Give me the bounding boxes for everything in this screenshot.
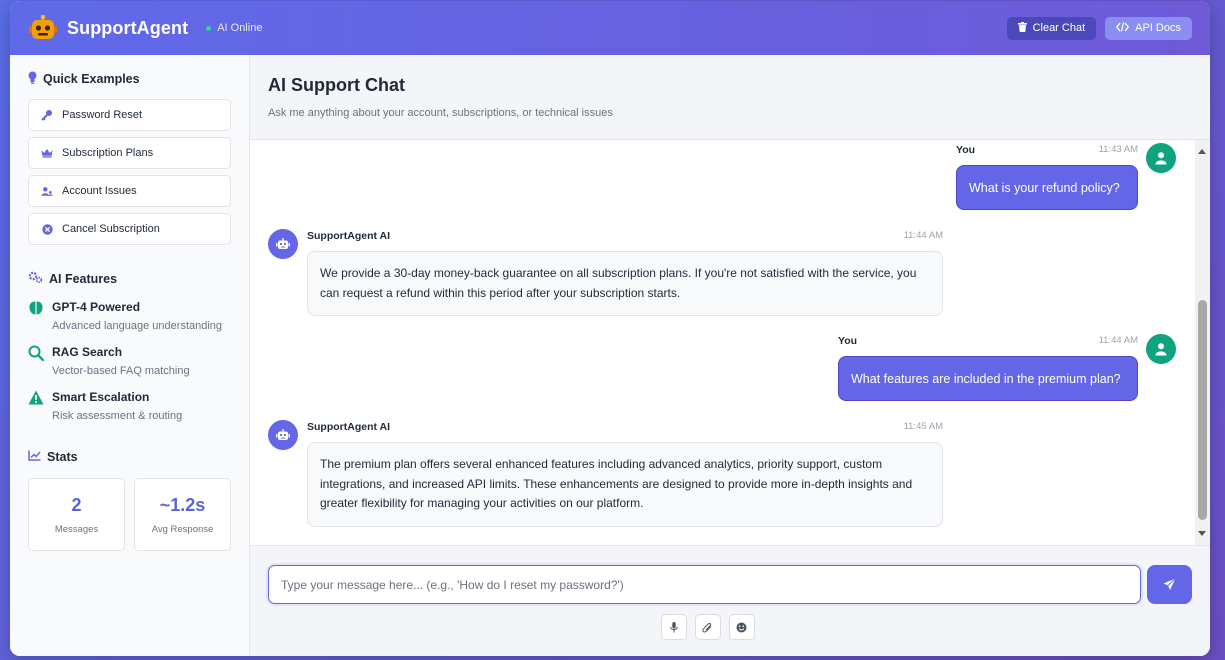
emoji-button[interactable]: [728, 614, 755, 640]
user-message: You 11:44 AM What features are included …: [838, 335, 1138, 401]
user-icon: [1155, 342, 1167, 355]
line-chart-icon: [28, 450, 41, 464]
stat-value: ~1.2s: [159, 494, 206, 515]
feature-desc: Vector-based FAQ matching: [52, 365, 190, 377]
message-sender: You: [956, 144, 976, 156]
quick-examples-heading: Quick Examples: [28, 71, 231, 87]
example-label: Cancel Subscription: [62, 223, 160, 235]
robot-logo-icon: [28, 14, 58, 41]
message-sender: SupportAgent AI: [307, 421, 391, 433]
message-bubble: The premium plan offers several enhanced…: [307, 442, 943, 527]
ai-features-heading: AI Features: [28, 271, 231, 286]
message-time: 11:44 AM: [903, 230, 943, 241]
message-sender: SupportAgent AI: [307, 230, 391, 242]
message-composer: [250, 545, 1210, 656]
feature-gpt4: GPT-4 Powered Advanced language understa…: [28, 300, 231, 332]
robot-icon: [276, 429, 290, 440]
voice-input-button[interactable]: [660, 614, 687, 640]
send-icon: [1163, 578, 1176, 590]
scrollbar[interactable]: [1195, 140, 1210, 545]
stat-value: 2: [71, 494, 82, 515]
ai-message: SupportAgent AI 11:45 AM The premium pla…: [307, 421, 943, 527]
message-time: 11:43 AM: [1098, 144, 1138, 155]
warning-icon: [28, 390, 44, 406]
stats-title: Stats: [47, 450, 78, 464]
scroll-down-arrow-icon[interactable]: [1198, 531, 1206, 536]
message-input[interactable]: [268, 565, 1141, 604]
chat-panel: AI Support Chat Ask me anything about yo…: [250, 55, 1210, 656]
feature-rag-search: RAG Search Vector-based FAQ matching: [28, 345, 231, 377]
user-message: You 11:43 AM What is your refund policy?: [956, 144, 1138, 210]
message-time: 11:45 AM: [903, 421, 943, 432]
chat-header: AI Support Chat Ask me anything about yo…: [250, 55, 1210, 140]
user-icon: [1155, 151, 1167, 164]
message-bubble: What is your refund policy?: [956, 165, 1138, 210]
key-icon: [41, 109, 53, 121]
search-icon: [28, 345, 45, 362]
app-window: SupportAgent AI Online Clear Chat API Do…: [10, 1, 1210, 656]
message-list[interactable]: You 11:43 AM What is your refund policy?…: [250, 140, 1210, 545]
user-avatar: [1146, 334, 1176, 364]
stats-heading: Stats: [28, 450, 231, 464]
user-avatar: [1146, 143, 1176, 173]
ai-features-section: AI Features GPT-4 Powered Advanced langu…: [28, 271, 231, 422]
ai-features-title: AI Features: [49, 271, 118, 286]
message-bubble: We provide a 30-day money-back guarantee…: [307, 251, 943, 316]
app-header: SupportAgent AI Online Clear Chat API Do…: [10, 1, 1210, 55]
logo: SupportAgent: [28, 14, 189, 41]
status-indicator: AI Online: [206, 22, 262, 34]
example-password-reset-button[interactable]: Password Reset: [28, 99, 231, 131]
feature-smart-escalation: Smart Escalation Risk assessment & routi…: [28, 390, 231, 422]
clear-chat-label: Clear Chat: [1032, 22, 1086, 34]
attach-file-button[interactable]: [694, 614, 721, 640]
stat-label: Avg Response: [151, 523, 214, 535]
sidebar: Quick Examples Password Reset Subscripti…: [10, 55, 250, 656]
stat-label: Messages: [54, 523, 99, 535]
online-dot-icon: [206, 25, 212, 31]
stat-messages: 2 Messages: [28, 478, 125, 551]
microphone-icon: [669, 621, 678, 632]
users-icon: [41, 185, 53, 197]
clear-chat-button[interactable]: Clear Chat: [1006, 16, 1097, 40]
crown-icon: [41, 147, 53, 159]
example-label: Account Issues: [62, 185, 137, 197]
api-docs-button[interactable]: API Docs: [1105, 16, 1192, 40]
paperclip-icon: [702, 622, 712, 632]
chat-subtitle: Ask me anything about your account, subs…: [268, 107, 613, 119]
api-docs-label: API Docs: [1135, 22, 1181, 34]
message-time: 11:44 AM: [1098, 335, 1138, 346]
example-label: Subscription Plans: [62, 147, 154, 159]
brain-icon: [28, 300, 44, 316]
code-icon: [1116, 21, 1130, 35]
example-account-issues-button[interactable]: Account Issues: [28, 175, 231, 207]
feature-name: Smart Escalation: [52, 390, 150, 404]
scrollbar-thumb[interactable]: [1198, 300, 1207, 520]
stat-avg-response: ~1.2s Avg Response: [134, 478, 231, 551]
example-label: Password Reset: [62, 109, 143, 121]
status-text: AI Online: [217, 22, 263, 34]
example-subscription-plans-button[interactable]: Subscription Plans: [28, 137, 231, 169]
feature-name: GPT-4 Powered: [52, 300, 141, 314]
lightbulb-icon: [28, 71, 37, 87]
feature-desc: Risk assessment & routing: [52, 410, 183, 422]
feature-name: RAG Search: [52, 345, 123, 359]
robot-icon: [276, 238, 290, 249]
send-button[interactable]: [1147, 565, 1192, 604]
smiley-icon: [736, 622, 747, 632]
example-cancel-subscription-button[interactable]: Cancel Subscription: [28, 213, 231, 245]
bot-avatar: [268, 420, 298, 450]
bot-avatar: [268, 229, 298, 259]
scroll-up-arrow-icon[interactable]: [1198, 149, 1206, 154]
trash-icon: [1017, 21, 1027, 35]
app-title: SupportAgent: [67, 17, 189, 38]
quick-examples-title: Quick Examples: [43, 72, 140, 86]
feature-desc: Advanced language understanding: [52, 320, 223, 332]
ai-message: SupportAgent AI 11:44 AM We provide a 30…: [307, 230, 943, 316]
stats-section: Stats 2 Messages ~1.2s Avg Response: [28, 450, 231, 551]
gears-icon: [28, 271, 43, 286]
chat-title: AI Support Chat: [268, 75, 405, 95]
message-sender: You: [838, 335, 858, 347]
message-bubble: What features are included in the premiu…: [838, 356, 1138, 401]
cancel-circle-icon: [41, 223, 53, 235]
